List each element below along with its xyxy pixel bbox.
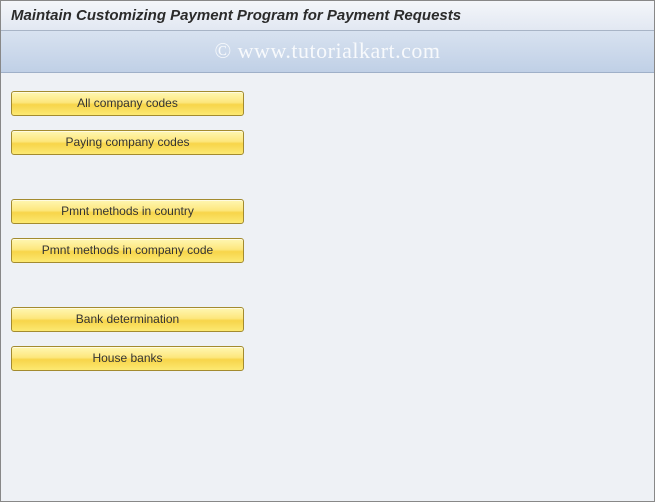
toolbar-strip — [1, 31, 654, 73]
bank-determination-button[interactable]: Bank determination — [11, 307, 244, 332]
content-area: All company codes Paying company codes P… — [1, 73, 654, 403]
all-company-codes-button[interactable]: All company codes — [11, 91, 244, 116]
pmnt-methods-company-code-button[interactable]: Pmnt methods in company code — [11, 238, 244, 263]
paying-company-codes-button[interactable]: Paying company codes — [11, 130, 244, 155]
pmnt-methods-country-button[interactable]: Pmnt methods in country — [11, 199, 244, 224]
title-bar: Maintain Customizing Payment Program for… — [1, 1, 654, 31]
page-title: Maintain Customizing Payment Program for… — [11, 7, 461, 24]
house-banks-button[interactable]: House banks — [11, 346, 244, 371]
